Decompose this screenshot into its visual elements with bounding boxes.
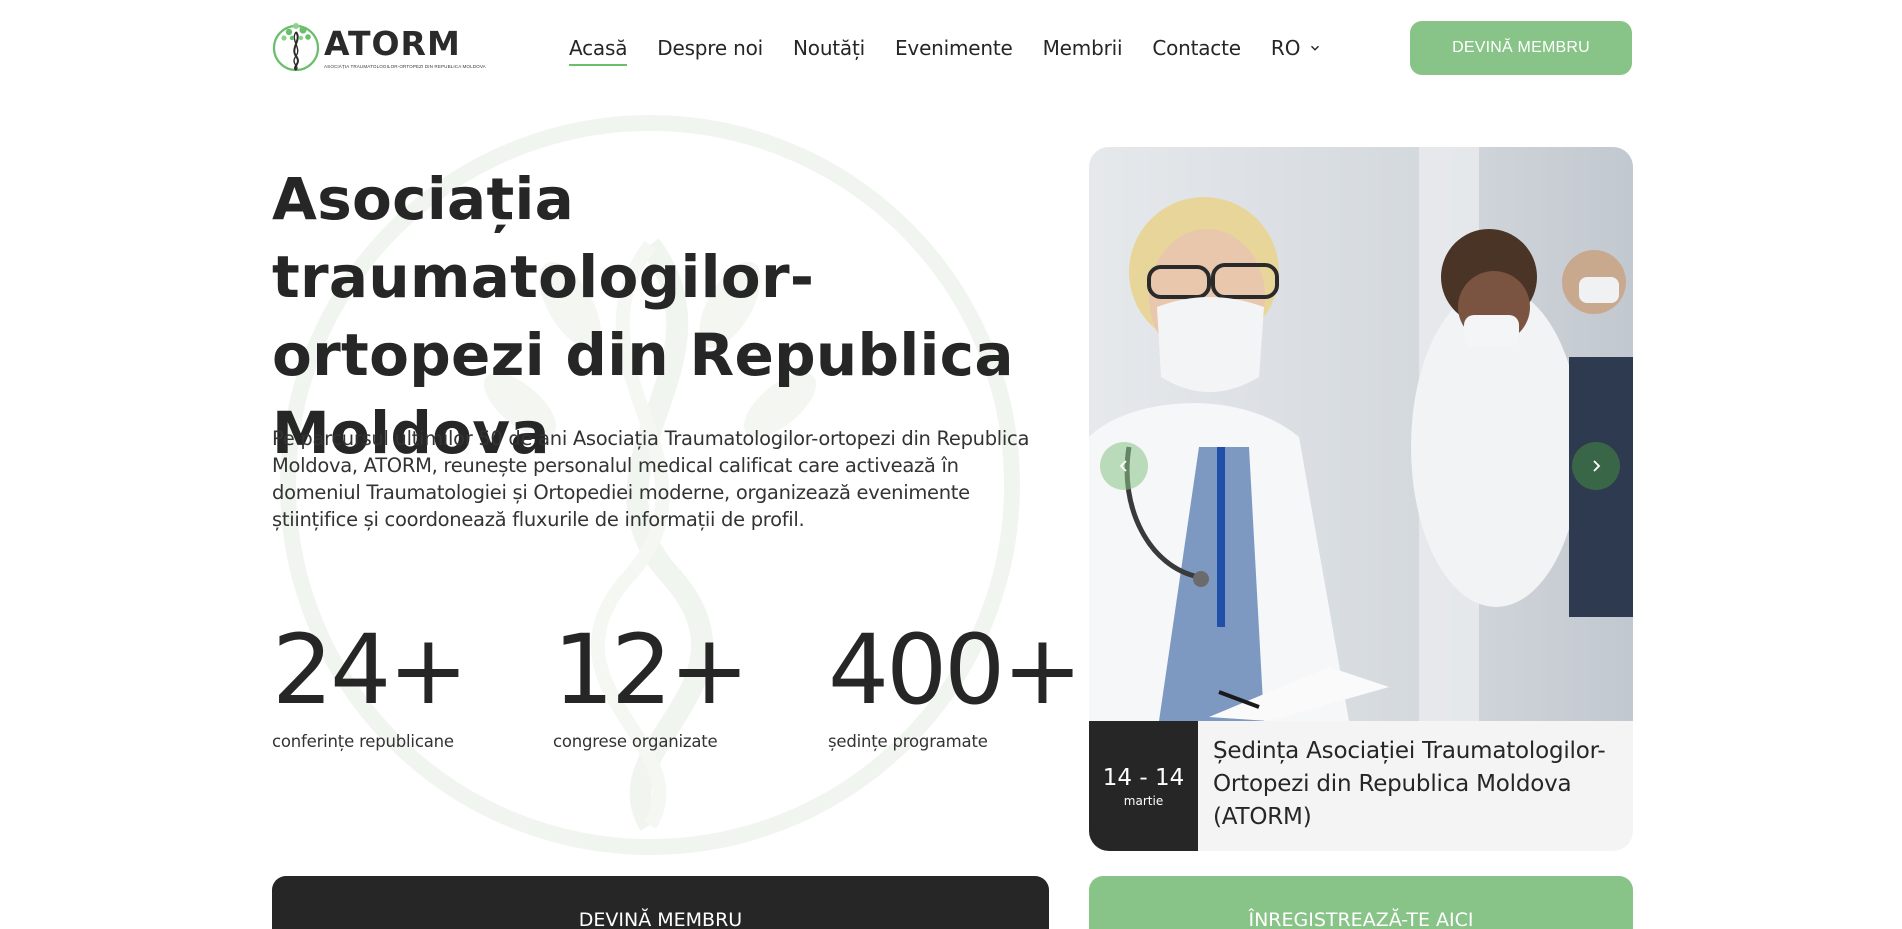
site-logo[interactable]: ATORM ASOCIAȚIA TRAUMATOLOGILOR-ORTOPEZI… — [272, 18, 486, 76]
become-member-header-button[interactable]: DEVINĂ MEMBRU — [1410, 21, 1632, 75]
stat-congresses: 12+ congrese organizate — [553, 610, 750, 751]
nav-item-news[interactable]: Noutăți — [793, 34, 865, 62]
chevron-down-icon — [1311, 45, 1320, 51]
site-header: ATORM ASOCIAȚIA TRAUMATOLOGILOR-ORTOPEZI… — [0, 0, 1902, 98]
slider-next-button[interactable] — [1572, 442, 1620, 490]
stat-label: congrese organizate — [553, 732, 718, 751]
stat-value: 24+ — [272, 614, 469, 726]
stat-value: 12+ — [553, 614, 750, 726]
language-label: RO — [1270, 36, 1301, 60]
become-member-button[interactable]: DEVINĂ MEMBRU — [272, 876, 1049, 929]
nav-item-about[interactable]: Despre noi — [657, 34, 763, 62]
logo-title: ATORM — [324, 23, 461, 63]
event-date-month: martie — [1123, 794, 1164, 808]
hero-description: Pe parcursul ultimilor 50 de ani Asociaț… — [272, 427, 1030, 531]
nav-item-home[interactable]: Acasă — [569, 34, 628, 66]
main-nav: Acasă Despre noi Noutăți Evenimente Memb… — [569, 34, 1321, 66]
nav-item-events[interactable]: Evenimente — [895, 34, 1013, 62]
event-slider[interactable]: 14 - 14 martie Ședința Asociației Trauma… — [1089, 147, 1633, 851]
nav-item-members[interactable]: Membrii — [1043, 34, 1123, 62]
logo-text: ATORM ASOCIAȚIA TRAUMATOLOGILOR-ORTOPEZI… — [324, 23, 486, 69]
stat-label: ședințe programate — [828, 732, 988, 751]
language-selector[interactable]: RO — [1271, 34, 1321, 62]
stat-meetings: 400+ ședințe programate — [828, 610, 1083, 751]
event-date-range: 14 - 14 — [1102, 765, 1185, 791]
chevron-right-icon — [1593, 460, 1601, 472]
logo-subtitle: ASOCIAȚIA TRAUMATOLOGILOR-ORTOPEZI DIN R… — [324, 63, 486, 69]
register-button[interactable]: ÎNREGISTREAZĂ-TE AICI — [1089, 876, 1633, 929]
event-date: 14 - 14 martie — [1089, 721, 1198, 851]
stat-conferences: 24+ conferințe republicane — [272, 610, 469, 751]
stat-label: conferințe republicane — [272, 732, 454, 751]
logo-tree-icon — [272, 23, 320, 72]
nav-item-contacts[interactable]: Contacte — [1152, 34, 1241, 62]
event-photo — [1089, 147, 1633, 721]
stat-value: 400+ — [828, 614, 1083, 726]
event-title[interactable]: Ședința Asociației Traumatologilor-Ortop… — [1213, 735, 1623, 834]
chevron-left-icon — [1119, 460, 1127, 472]
slider-prev-button[interactable] — [1100, 442, 1148, 490]
